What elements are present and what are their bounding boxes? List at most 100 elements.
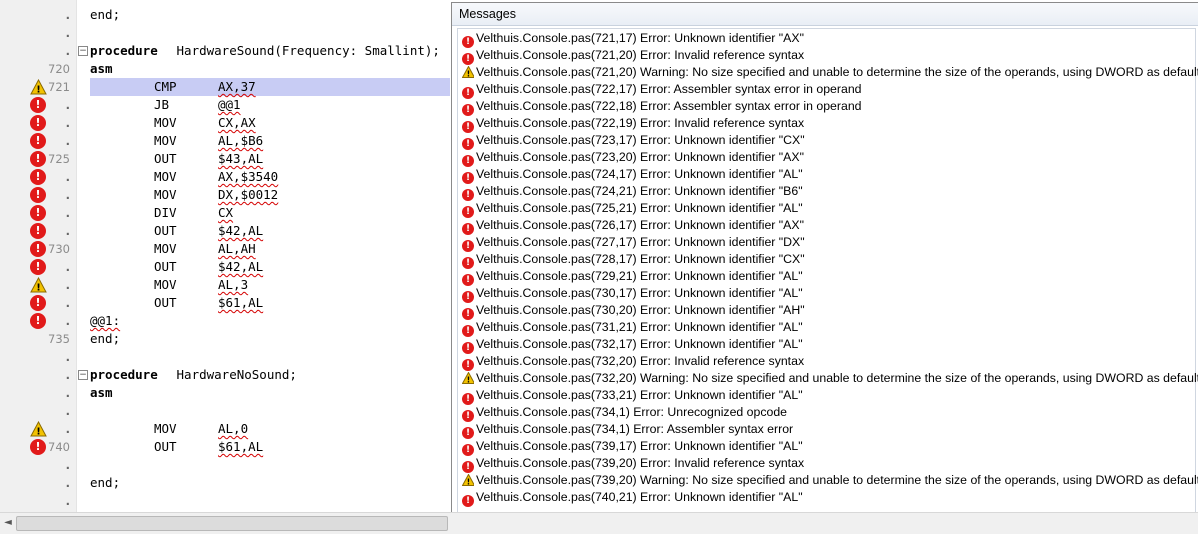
warning-icon: ! [30,79,47,95]
message-text: Velthuis.Console.pas(723,17) Error: Unkn… [476,133,805,147]
message-text: Velthuis.Console.pas(726,17) Error: Unkn… [476,218,804,232]
message-text: Velthuis.Console.pas(725,21) Error: Unkn… [476,201,803,215]
message-text: Velthuis.Console.pas(722,17) Error: Asse… [476,82,862,96]
messages-panel: Messages ! Velthuis.Console.pas(721,17) E… [451,2,1198,517]
code-token: CX [218,205,234,220]
code-token: AX,$3540 [218,169,279,184]
line-number: . [65,386,70,400]
warning-message[interactable]: ! Velthuis.Console.pas(732,20) Warning: N… [462,370,1198,387]
error-message[interactable]: ! Velthuis.Console.pas(721,17) Error: Unk… [462,30,804,48]
error-icon: ! [30,205,46,221]
horizontal-scrollbar[interactable]: ◄ [0,512,1198,534]
scrollbar-thumb[interactable] [16,516,448,531]
svg-text:!: ! [467,478,471,487]
error-icon: ! [30,241,46,257]
fold-toggle[interactable]: − [78,370,88,380]
message-text: Velthuis.Console.pas(730,20) Error: Unkn… [476,303,805,317]
error-message[interactable]: ! Velthuis.Console.pas(724,21) Error: Unk… [462,183,803,201]
error-message[interactable]: ! Velthuis.Console.pas(723,17) Error: Unk… [462,132,805,150]
code-token: AL,AH [218,241,256,256]
message-text: Velthuis.Console.pas(724,17) Error: Unkn… [476,167,803,181]
error-message[interactable]: ! Velthuis.Console.pas(739,17) Error: Unk… [462,438,803,456]
error-message[interactable]: ! Velthuis.Console.pas(731,21) Error: Unk… [462,319,803,337]
error-message[interactable]: ! Velthuis.Console.pas(729,21) Error: Unk… [462,268,803,286]
error-icon: ! [30,187,46,203]
error-message[interactable]: ! Velthuis.Console.pas(734,1) Error: Unre… [462,404,788,422]
error-icon: ! [30,133,46,149]
code-token: HardwareNoSound; [169,367,297,382]
warning-message[interactable]: ! Velthuis.Console.pas(739,20) Warning: N… [462,472,1198,489]
code-token: end; [90,475,121,490]
error-message[interactable]: ! Velthuis.Console.pas(722,19) Error: Inv… [462,115,805,133]
messages-list[interactable]: ! Velthuis.Console.pas(721,17) Error: Unk… [457,28,1198,516]
svg-text:!: ! [36,283,41,294]
error-message[interactable]: ! Velthuis.Console.pas(740,21) Error: Unk… [462,489,803,507]
svg-text:!: ! [36,427,41,438]
error-message[interactable]: ! Velthuis.Console.pas(734,1) Error: Asse… [462,421,794,439]
message-text: Velthuis.Console.pas(724,21) Error: Unkn… [476,184,803,198]
code-token: MOV [154,133,177,148]
line-number: . [65,368,70,382]
error-message[interactable]: ! Velthuis.Console.pas(723,20) Error: Unk… [462,149,804,167]
error-message[interactable]: ! Velthuis.Console.pas(732,17) Error: Unk… [462,336,803,354]
code-token: MOV [154,421,177,436]
error-message[interactable]: ! Velthuis.Console.pas(728,17) Error: Unk… [462,251,805,269]
error-message[interactable]: ! Velthuis.Console.pas(732,20) Error: Inv… [462,353,804,371]
code-token: $61,AL [218,295,264,310]
error-message[interactable]: ! Velthuis.Console.pas(733,21) Error: Unk… [462,387,803,405]
error-message[interactable]: ! Velthuis.Console.pas(724,17) Error: Unk… [462,166,803,184]
code-token: end; [90,331,121,346]
warning-icon: ! [462,66,474,78]
code-token: OUT [154,223,177,238]
code-token: MOV [154,169,177,184]
error-message[interactable]: ! Velthuis.Console.pas(730,20) Error: Unk… [462,302,805,320]
warning-message[interactable]: ! Velthuis.Console.pas(721,20) Warning: N… [462,64,1198,81]
message-text: Velthuis.Console.pas(733,21) Error: Unkn… [476,388,803,402]
code-token: CMP [154,79,177,94]
error-message[interactable]: ! Velthuis.Console.pas(730,17) Error: Unk… [462,285,803,303]
error-icon: ! [30,169,46,185]
line-number: 735 [48,332,70,346]
keyword: procedure [90,43,158,58]
line-number: . [65,8,70,22]
scroll-left-arrow-icon[interactable]: ◄ [2,517,14,529]
fold-toggle[interactable]: − [78,46,88,56]
keyword: asm [90,385,113,400]
svg-text:!: ! [467,376,471,385]
message-text: Velthuis.Console.pas(732,17) Error: Unkn… [476,337,803,351]
error-icon: ! [30,223,46,239]
code-token: $42,AL [218,223,264,238]
keyword: procedure [90,367,158,382]
error-message[interactable]: ! Velthuis.Console.pas(739,20) Error: Inv… [462,455,804,473]
error-message[interactable]: ! Velthuis.Console.pas(721,20) Error: Inv… [462,47,805,65]
code-token: OUT [154,439,177,454]
code-token: $43,AL [218,151,264,166]
error-message[interactable]: ! Velthuis.Console.pas(725,21) Error: Unk… [462,200,803,218]
error-icon: ! [30,295,46,311]
message-text: Velthuis.Console.pas(734,1) Error: Unrec… [476,405,788,419]
warning-icon: ! [462,372,474,384]
line-number: . [65,476,70,490]
message-text: Velthuis.Console.pas(721,20) Warning: No… [476,65,1198,79]
error-message[interactable]: ! Velthuis.Console.pas(726,17) Error: Unk… [462,217,804,235]
error-icon: ! [30,313,46,329]
error-message[interactable]: ! Velthuis.Console.pas(722,18) Error: Ass… [462,98,862,116]
message-text: Velthuis.Console.pas(734,1) Error: Assem… [476,422,794,436]
message-text: Velthuis.Console.pas(721,20) Error: Inva… [476,48,805,62]
messages-panel-title: Messages [452,3,1198,26]
keyword: asm [90,61,113,76]
code-token: CX,AX [218,115,256,130]
message-text: Velthuis.Console.pas(722,19) Error: Inva… [476,116,805,130]
error-icon: ! [30,439,46,455]
message-text: Velthuis.Console.pas(727,17) Error: Unkn… [476,235,805,249]
message-text: Velthuis.Console.pas(740,21) Error: Unkn… [476,490,803,504]
svg-text:!: ! [467,70,471,79]
error-icon: ! [462,495,474,507]
warning-icon: ! [30,421,47,437]
error-message[interactable]: ! Velthuis.Console.pas(727,17) Error: Unk… [462,234,805,252]
code-token: @@1: [90,313,121,328]
code-token: AL,$B6 [218,133,264,148]
error-message[interactable]: ! Velthuis.Console.pas(722,17) Error: Ass… [462,81,862,99]
code-token: DIV [154,205,177,220]
line-number: . [65,26,70,40]
